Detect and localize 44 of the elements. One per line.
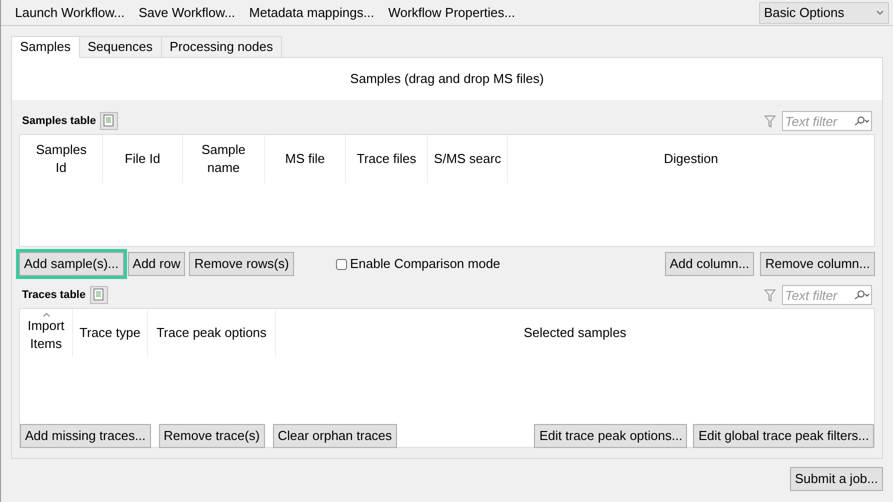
action-button[interactable]: Clear orphan traces bbox=[272, 424, 397, 448]
column-header[interactable]: Import Items bbox=[20, 309, 73, 357]
column-header[interactable]: S/MS searc bbox=[428, 135, 508, 183]
text-filter-field[interactable]: Text filter bbox=[782, 111, 872, 131]
column-header[interactable]: Samples Id bbox=[20, 135, 103, 183]
toolbar-button[interactable]: Metadata mappings... bbox=[249, 2, 374, 22]
text-filter-field[interactable]: Text filter bbox=[782, 285, 872, 305]
table-title: Traces table bbox=[22, 288, 86, 303]
action-button[interactable]: Submit a job... bbox=[790, 467, 883, 491]
toolbar-button[interactable]: Launch Workflow... bbox=[15, 2, 125, 22]
toolbar-button[interactable]: Save Workflow... bbox=[138, 2, 236, 22]
drop-banner-text: Samples (drag and drop MS files) bbox=[350, 70, 544, 88]
column-header[interactable]: Trace peak options bbox=[148, 309, 276, 357]
filter-icon bbox=[764, 288, 776, 302]
column-header[interactable]: Selected samples bbox=[276, 309, 874, 357]
tab[interactable]: Processing nodes bbox=[160, 36, 282, 58]
column-header[interactable]: Trace type bbox=[73, 309, 148, 357]
action-button[interactable]: Remove column... bbox=[760, 252, 875, 276]
tab[interactable]: Samples bbox=[11, 36, 80, 58]
action-button[interactable]: Add missing traces... bbox=[20, 424, 151, 448]
action-button[interactable]: Remove trace(s) bbox=[158, 424, 265, 448]
action-button[interactable]: Remove rows(s) bbox=[189, 252, 294, 276]
comparison-checkbox[interactable] bbox=[336, 258, 347, 270]
action-button[interactable]: Edit global trace peak filters... bbox=[693, 424, 874, 448]
action-button[interactable]: Add column... bbox=[664, 252, 754, 276]
column-header[interactable]: Trace files bbox=[346, 135, 428, 183]
action-button[interactable]: Edit trace peak options... bbox=[534, 424, 688, 448]
filter-icon bbox=[764, 114, 776, 128]
action-button[interactable]: Add row bbox=[128, 252, 186, 276]
column-header[interactable]: File Id bbox=[103, 135, 183, 183]
toolbar-button[interactable]: Workflow Properties... bbox=[388, 2, 516, 22]
search-icon[interactable] bbox=[853, 116, 869, 126]
column-header[interactable]: MS file bbox=[265, 135, 346, 183]
sort-indicator-icon bbox=[42, 313, 50, 317]
chevron-down-icon bbox=[876, 10, 884, 15]
checkbox-label: Enable Comparison mode bbox=[350, 255, 500, 274]
action-button[interactable]: Add sample(s)... bbox=[19, 252, 124, 276]
column-header[interactable]: Digestion bbox=[508, 135, 874, 183]
table-settings-icon[interactable] bbox=[100, 112, 118, 130]
search-icon[interactable] bbox=[853, 290, 869, 300]
table-settings-icon[interactable] bbox=[90, 286, 108, 304]
table-title: Samples table bbox=[22, 114, 96, 129]
mode-dropdown[interactable]: Basic Options bbox=[759, 2, 889, 24]
column-header[interactable]: Sample name bbox=[183, 135, 265, 183]
